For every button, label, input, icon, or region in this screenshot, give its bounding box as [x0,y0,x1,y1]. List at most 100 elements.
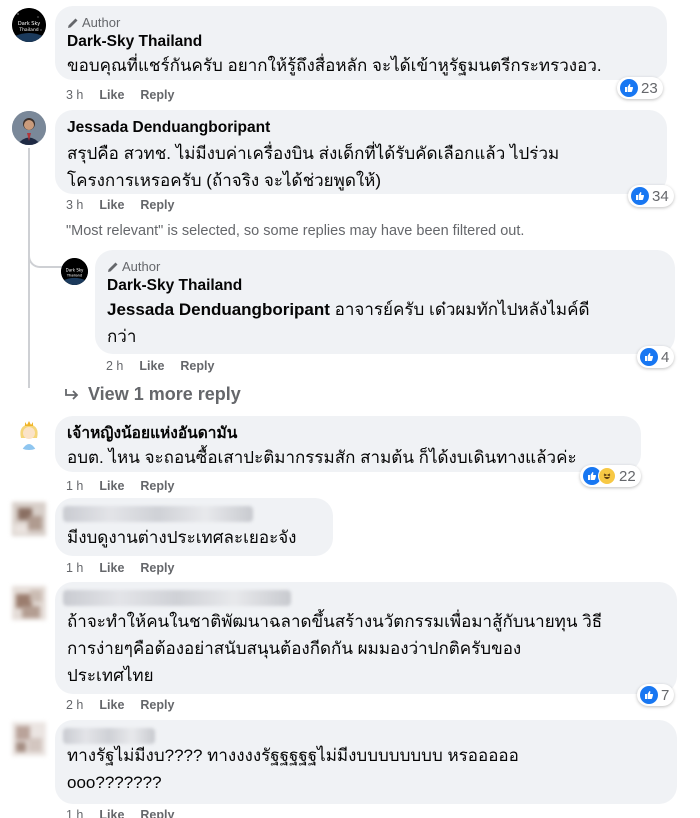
princess-avatar-icon [12,416,46,450]
author-tag-label: Author [122,259,161,274]
reaction-count[interactable]: 23 [617,77,663,99]
comment-bubble: มีงบดูงานต่างประเทศละเยอะจัง [55,498,333,556]
comment-text: อบต. ไหน จะถอนซื้อเสาปะติมากรรมสัก สามต้… [67,448,577,467]
blurred-avatar[interactable] [12,722,46,756]
comment-text-line: การง่ายๆคือต้องอย่าสนับสนุนต้องกีดกัน ผม… [67,639,522,658]
avatar[interactable]: Dark Sky Thailand [12,8,46,42]
reply-button[interactable]: Reply [140,561,174,575]
reply-button[interactable]: Reply [180,359,214,373]
timestamp[interactable]: 3 h [66,198,83,212]
avatar[interactable]: Dark Sky Thailand [61,258,88,285]
comment-actions: 1 h Like Reply [66,808,174,818]
comment-text-line: กว่า [107,327,137,346]
reaction-number: 22 [619,467,636,485]
comment-author-name[interactable]: Dark-Sky Thailand [67,32,655,52]
blurred-author-name[interactable] [63,506,253,522]
like-button[interactable]: Like [139,359,164,373]
filter-notice: "Most relevant" is selected, so some rep… [66,223,525,239]
blurred-avatar[interactable] [12,586,46,620]
reaction-number: 23 [641,79,658,97]
like-button[interactable]: Like [99,698,124,712]
reply-button[interactable]: Reply [140,479,174,493]
reply-button[interactable]: Reply [140,808,174,818]
dark-sky-logo-icon: Dark Sky Thailand [61,258,88,285]
reply-button[interactable]: Reply [140,698,174,712]
like-reaction-icon [631,187,649,205]
reaction-number: 4 [661,348,670,366]
like-button[interactable]: Like [99,198,124,212]
reply-arrow-icon [65,388,79,400]
like-button[interactable]: Like [99,479,124,493]
reaction-count[interactable]: 22 [580,465,641,487]
comment-text-line: ถ้าจะทำให้คนในชาติพัฒนาฉลาดขึ้นสร้างนวัต… [67,612,603,631]
mention-link[interactable]: Jessada Denduangboripant [107,300,330,319]
blurred-avatar-icon [12,502,46,536]
svg-text:Dark Sky: Dark Sky [18,21,40,27]
comment-text-line: ทางรัฐไม่มีงบ???? ทางงงงรัฐฐฐฐฐไม่มีงบบบ… [67,746,519,765]
like-button[interactable]: Like [99,561,124,575]
comment-actions: 3 h Like Reply [66,88,174,102]
like-button[interactable]: Like [99,88,124,102]
timestamp[interactable]: 1 h [66,561,83,575]
comment-actions: 2 h Like Reply [106,359,214,373]
reply-button[interactable]: Reply [140,198,174,212]
like-reaction-icon [640,348,658,366]
comment-author-name[interactable]: Jessada Denduangboripant [67,118,655,138]
timestamp[interactable]: 1 h [66,808,83,818]
avatar[interactable] [12,416,46,450]
comment-3: เจ้าหญิงน้อยแห่งอันดามัน อบต. ไหน จะถอนซ… [0,412,700,496]
comment-author-name[interactable]: Dark-Sky Thailand [107,276,663,296]
comment-text-line: โครงการเหรอครับ (ถ้าจริง จะได้ช่วยพูดให้… [67,171,382,190]
comment-bubble: ถ้าจะทำให้คนในชาติพัฒนาฉลาดขึ้นสร้างนวัต… [55,582,677,694]
blurred-avatar-icon [12,586,46,620]
dark-sky-logo-icon: Dark Sky Thailand [12,8,46,42]
svg-text:Thailand: Thailand [18,27,38,33]
comment-5: ถ้าจะทำให้คนในชาติพัฒนาฉลาดขึ้นสร้างนวัต… [0,578,700,714]
timestamp[interactable]: 3 h [66,88,83,102]
reply-button[interactable]: Reply [140,88,174,102]
author-tag-label: Author [82,15,121,30]
comment-text-line: ooo??????? [67,773,162,792]
comment-4: มีงบดูงานต่างประเทศละเยอะจัง 1 h Like Re… [0,496,700,578]
pencil-icon [68,18,78,28]
comment-6: ทางรัฐไม่มีงบ???? ทางงงงรัฐฐฐฐฐไม่มีงบบบ… [0,714,700,818]
svg-text:Dark Sky: Dark Sky [66,268,84,273]
haha-reaction-icon [598,467,616,485]
comment-text: อาจารย์ครับ เด๋วผมทักไปหลังไมค์ดี [329,300,590,319]
timestamp[interactable]: 2 h [106,359,123,373]
comment-2: Jessada Denduangboripant สรุปคือ สวทช. ไ… [0,108,700,220]
blurred-avatar-icon [12,722,46,756]
comment-bubble: Author Dark-Sky Thailand Jessada Denduan… [95,250,675,354]
blurred-author-name[interactable] [63,728,155,744]
like-reaction-icon [620,79,638,97]
comment-text: มีงบดูงานต่างประเทศละเยอะจัง [67,528,297,547]
reaction-count[interactable]: 4 [637,346,675,368]
blurred-author-name[interactable] [63,590,291,606]
comment-bubble: ทางรัฐไม่มีงบ???? ทางงงงรัฐฐฐฐฐไม่มีงบบบ… [55,720,677,804]
reaction-count[interactable]: 7 [637,684,675,706]
timestamp[interactable]: 1 h [66,479,83,493]
comment-text: ขอบคุณที่แชร์กันครับ อยากให้รู้ถึงสื่อหล… [67,56,602,75]
comment-text-line: Jessada Denduangboripant อาจารย์ครับ เด๋… [107,296,663,323]
comment-bubble: Author Dark-Sky Thailand ขอบคุณที่แชร์กั… [55,6,667,80]
comment-bubble: เจ้าหญิงน้อยแห่งอันดามัน อบต. ไหน จะถอนซ… [55,416,641,472]
author-badge: Author [107,258,663,275]
comment-text-line: ประเทศไทย [67,666,154,685]
view-more-replies-button[interactable]: View 1 more reply [64,384,241,405]
timestamp[interactable]: 2 h [66,698,83,712]
comment-actions: 3 h Like Reply [66,198,174,212]
user-photo-icon [12,111,46,145]
comment-text-line: สรุปคือ สวทช. ไม่มีงบค่าเครื่องบิน ส่งเด… [67,144,560,163]
like-button[interactable]: Like [99,808,124,818]
avatar[interactable] [12,111,46,145]
blurred-avatar[interactable] [12,502,46,536]
author-badge: Author [67,14,655,31]
view-more-label: View 1 more reply [88,384,241,404]
comment-author-name[interactable]: เจ้าหญิงน้อยแห่งอันดามัน [67,424,629,444]
svg-text:Thailand: Thailand [66,273,82,277]
comment-actions: 2 h Like Reply [66,698,174,712]
comment-bubble: Jessada Denduangboripant สรุปคือ สวทช. ไ… [55,110,667,194]
comment-actions: 1 h Like Reply [66,479,174,493]
reaction-count[interactable]: 34 [628,185,674,207]
comment-1: Dark Sky Thailand Author Dark-Sky Thaila… [0,0,700,110]
